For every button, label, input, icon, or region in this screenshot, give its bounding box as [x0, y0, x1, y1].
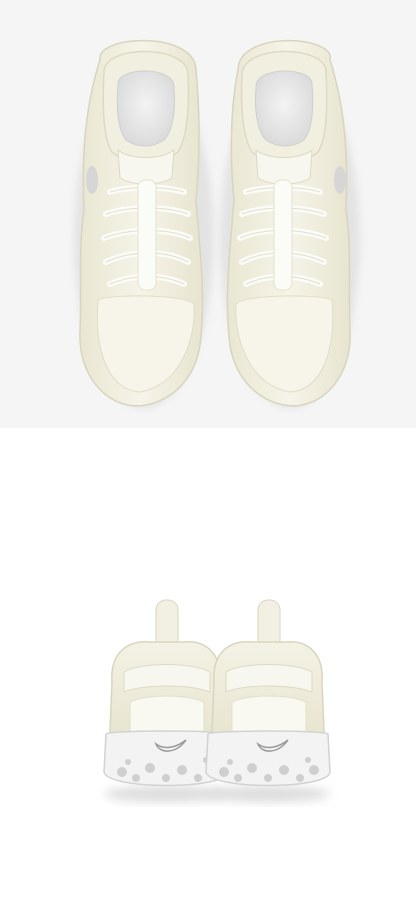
back-view-shoes-illustration — [103, 599, 331, 802]
product-gallery — [0, 0, 416, 903]
left-shoe-top — [74, 39, 214, 408]
top-view-photo — [0, 0, 416, 428]
back-view-photo — [0, 472, 416, 903]
right-shoe-top — [220, 39, 360, 408]
top-view-shoes-illustration — [74, 39, 360, 408]
right-shoe-back — [205, 599, 331, 802]
